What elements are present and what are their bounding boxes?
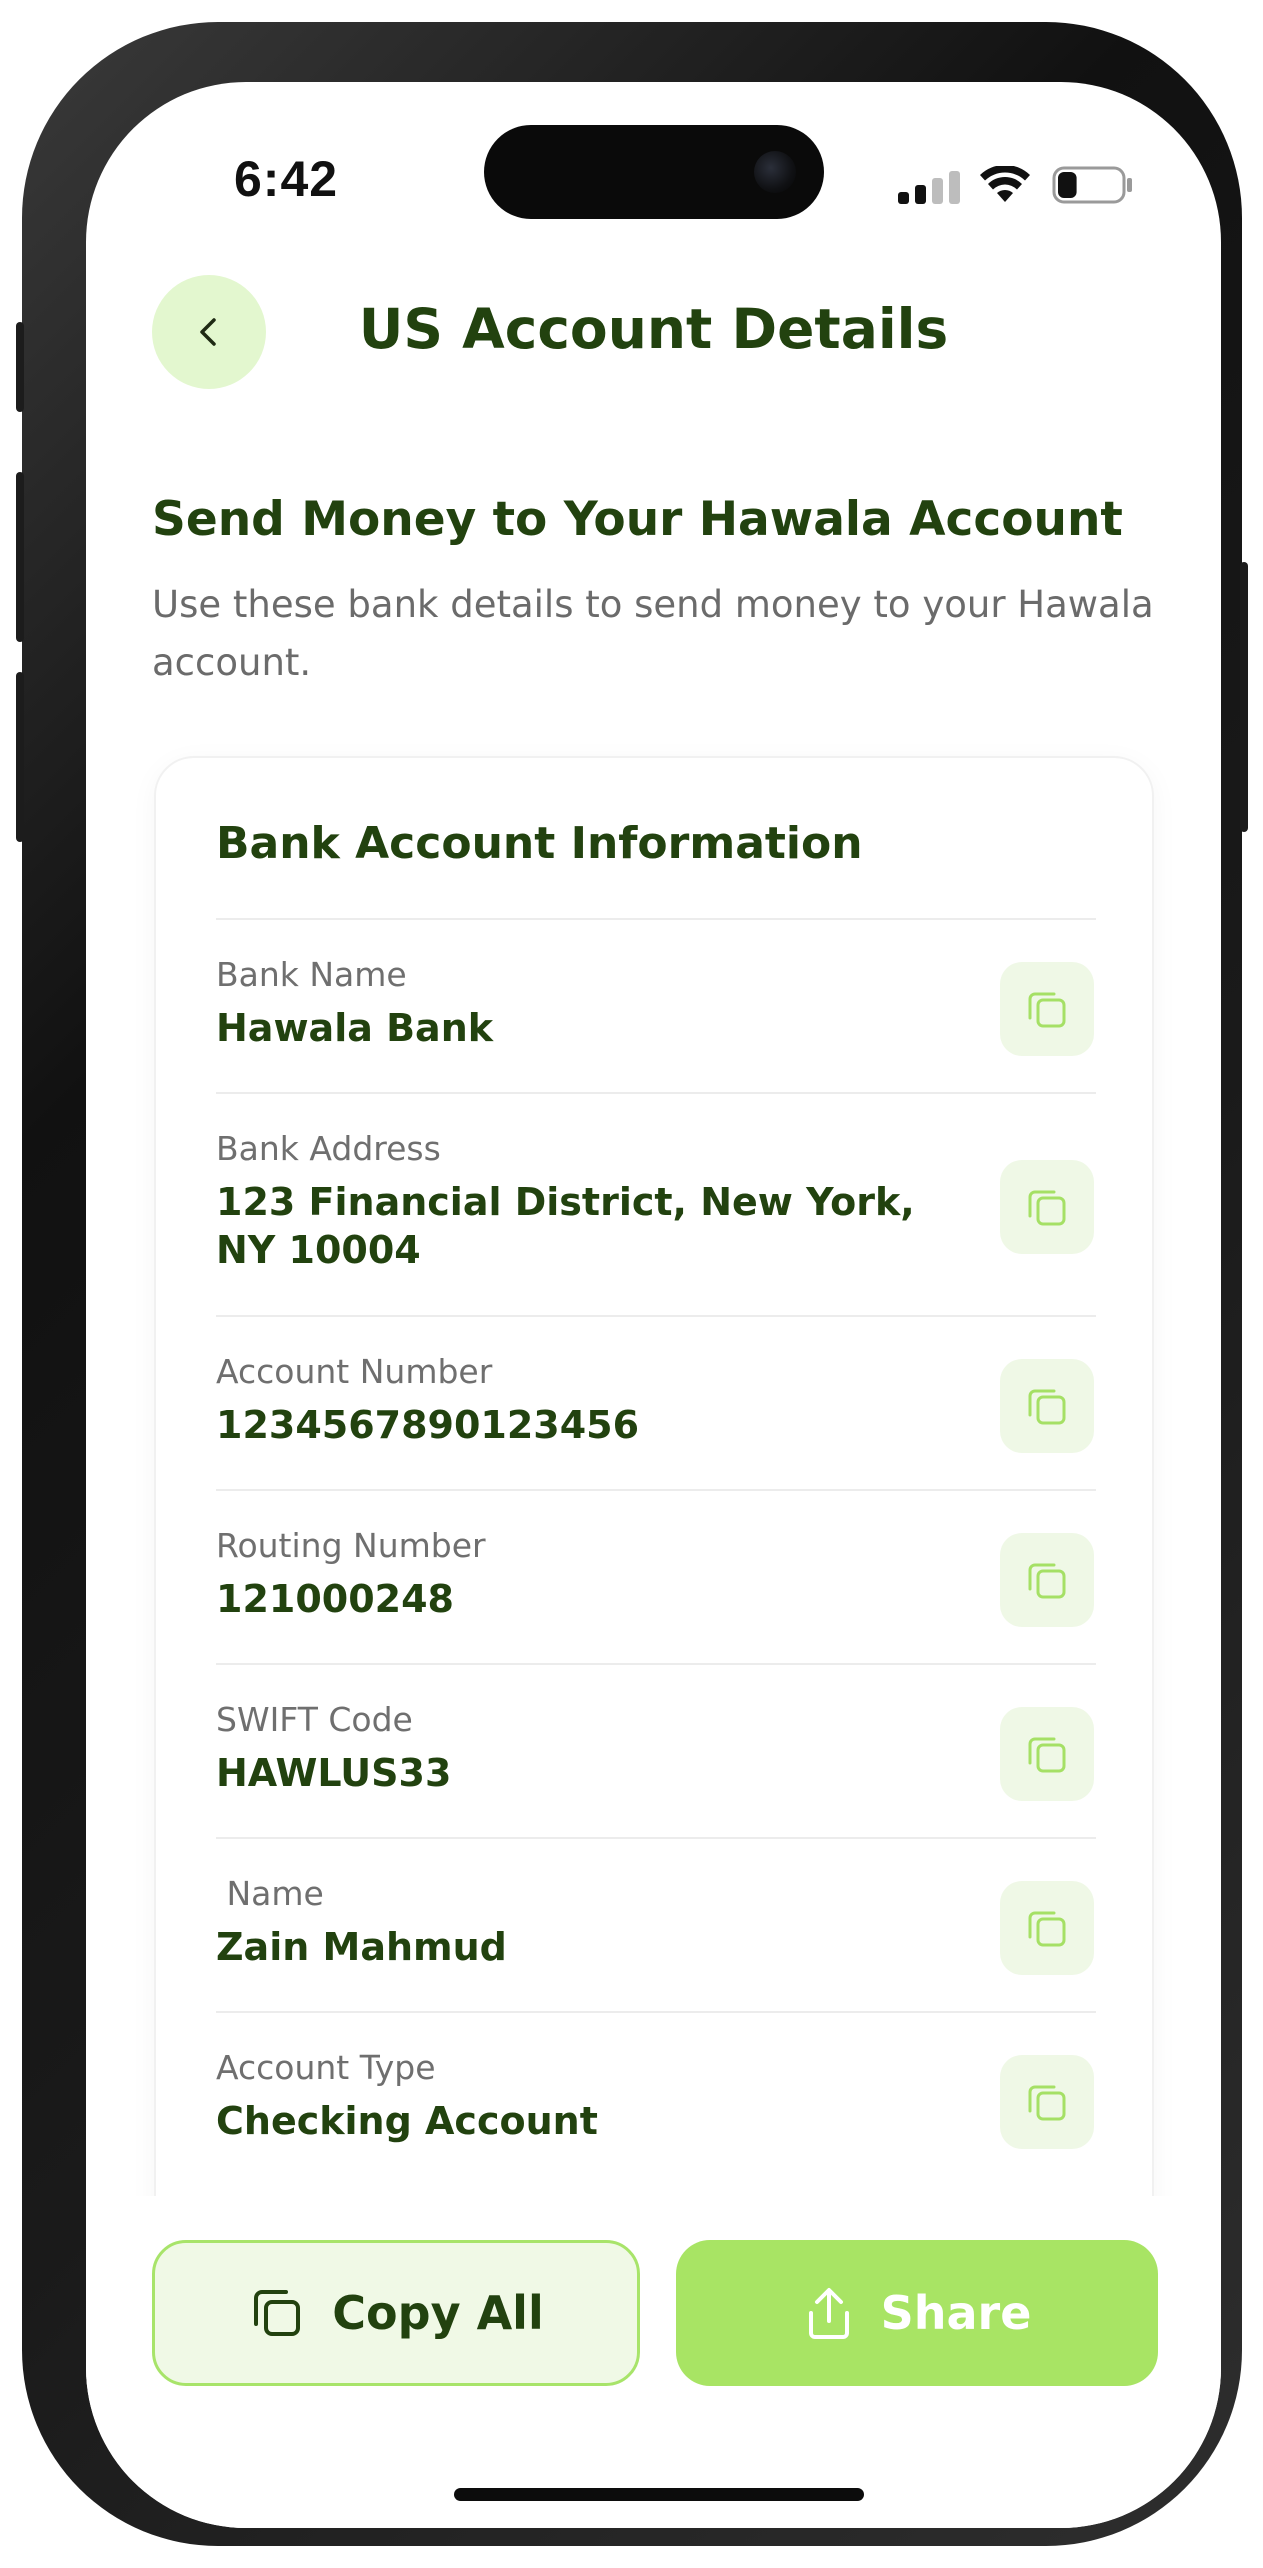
divider (216, 1489, 1096, 1491)
home-indicator[interactable] (454, 2488, 864, 2501)
copy-icon (1028, 1563, 1066, 1599)
copy-icon (1028, 1737, 1066, 1773)
copy-icon (1028, 992, 1066, 1028)
share-button[interactable]: Share (676, 2240, 1158, 2386)
volume-up-button (16, 472, 24, 642)
power-button (1240, 562, 1248, 832)
volume-down-button (16, 672, 24, 842)
field-label-name: Name (216, 1874, 324, 1913)
app-screen: 6:42 US Account Details Send Money to Yo… (86, 82, 1221, 2528)
phone-frame: 6:42 US Account Details Send Money to Yo… (16, 22, 1248, 2546)
copy-icon (1028, 1389, 1066, 1425)
share-label: Share (880, 2286, 1032, 2340)
field-value-swift-code: HAWLUS33 (216, 1751, 452, 1795)
signal-bar (898, 192, 909, 204)
field-label-routing-number: Routing Number (216, 1526, 486, 1565)
copy-name-button[interactable] (1000, 1881, 1094, 1975)
divider (216, 1837, 1096, 1839)
copy-bank-address-button[interactable] (1000, 1160, 1094, 1254)
copy-account-type-button[interactable] (1000, 2055, 1094, 2149)
dynamic-island (484, 125, 824, 219)
signal-bar (949, 171, 960, 204)
signal-bar (915, 185, 926, 204)
copy-bank-name-button[interactable] (1000, 962, 1094, 1056)
field-label-swift-code: SWIFT Code (216, 1700, 413, 1739)
field-label-bank-address: Bank Address (216, 1129, 441, 1168)
divider (216, 1315, 1096, 1317)
copy-all-label: Copy All (332, 2286, 544, 2340)
wifi-icon (980, 166, 1030, 202)
copy-icon (1028, 2085, 1066, 2121)
copy-icon (254, 2290, 301, 2336)
signal-bar (932, 178, 943, 204)
front-camera (754, 151, 796, 193)
card-title: Bank Account Information (216, 818, 863, 869)
copy-all-button[interactable]: Copy All (152, 2240, 640, 2386)
bank-info-card: Bank Account Information Bank Name Hawal… (154, 756, 1154, 2256)
divider (216, 918, 1096, 920)
copy-icon (1028, 1911, 1066, 1947)
field-value-bank-name: Hawala Bank (216, 1006, 494, 1050)
field-label-account-number: Account Number (216, 1352, 493, 1391)
copy-icon (1028, 1190, 1066, 1226)
field-value-name: Zain Mahmud (216, 1925, 507, 1969)
copy-account-number-button[interactable] (1000, 1359, 1094, 1453)
field-label-bank-name: Bank Name (216, 955, 407, 994)
share-icon (808, 2288, 849, 2339)
action-button (16, 322, 24, 412)
field-value-routing-number: 121000248 (216, 1577, 454, 1621)
divider (216, 1663, 1096, 1665)
field-value-bank-address: 123 Financial District, New York, NY 100… (216, 1180, 915, 1272)
field-value-account-number: 1234567890123456 (216, 1403, 640, 1447)
page-title: US Account Details (358, 297, 949, 361)
status-time: 6:42 (234, 151, 339, 207)
divider (216, 1092, 1096, 1094)
divider (216, 2011, 1096, 2013)
copy-routing-number-button[interactable] (1000, 1533, 1094, 1627)
field-label-account-type: Account Type (216, 2048, 436, 2087)
battery-icon (1052, 166, 1132, 204)
field-value-account-type: Checking Account (216, 2099, 598, 2143)
copy-swift-code-button[interactable] (1000, 1707, 1094, 1801)
section-title: Send Money to Your Hawala Account (152, 492, 1123, 547)
cellular-signal-icon (898, 170, 960, 204)
section-subtitle: Use these bank details to send money to … (152, 583, 1154, 684)
